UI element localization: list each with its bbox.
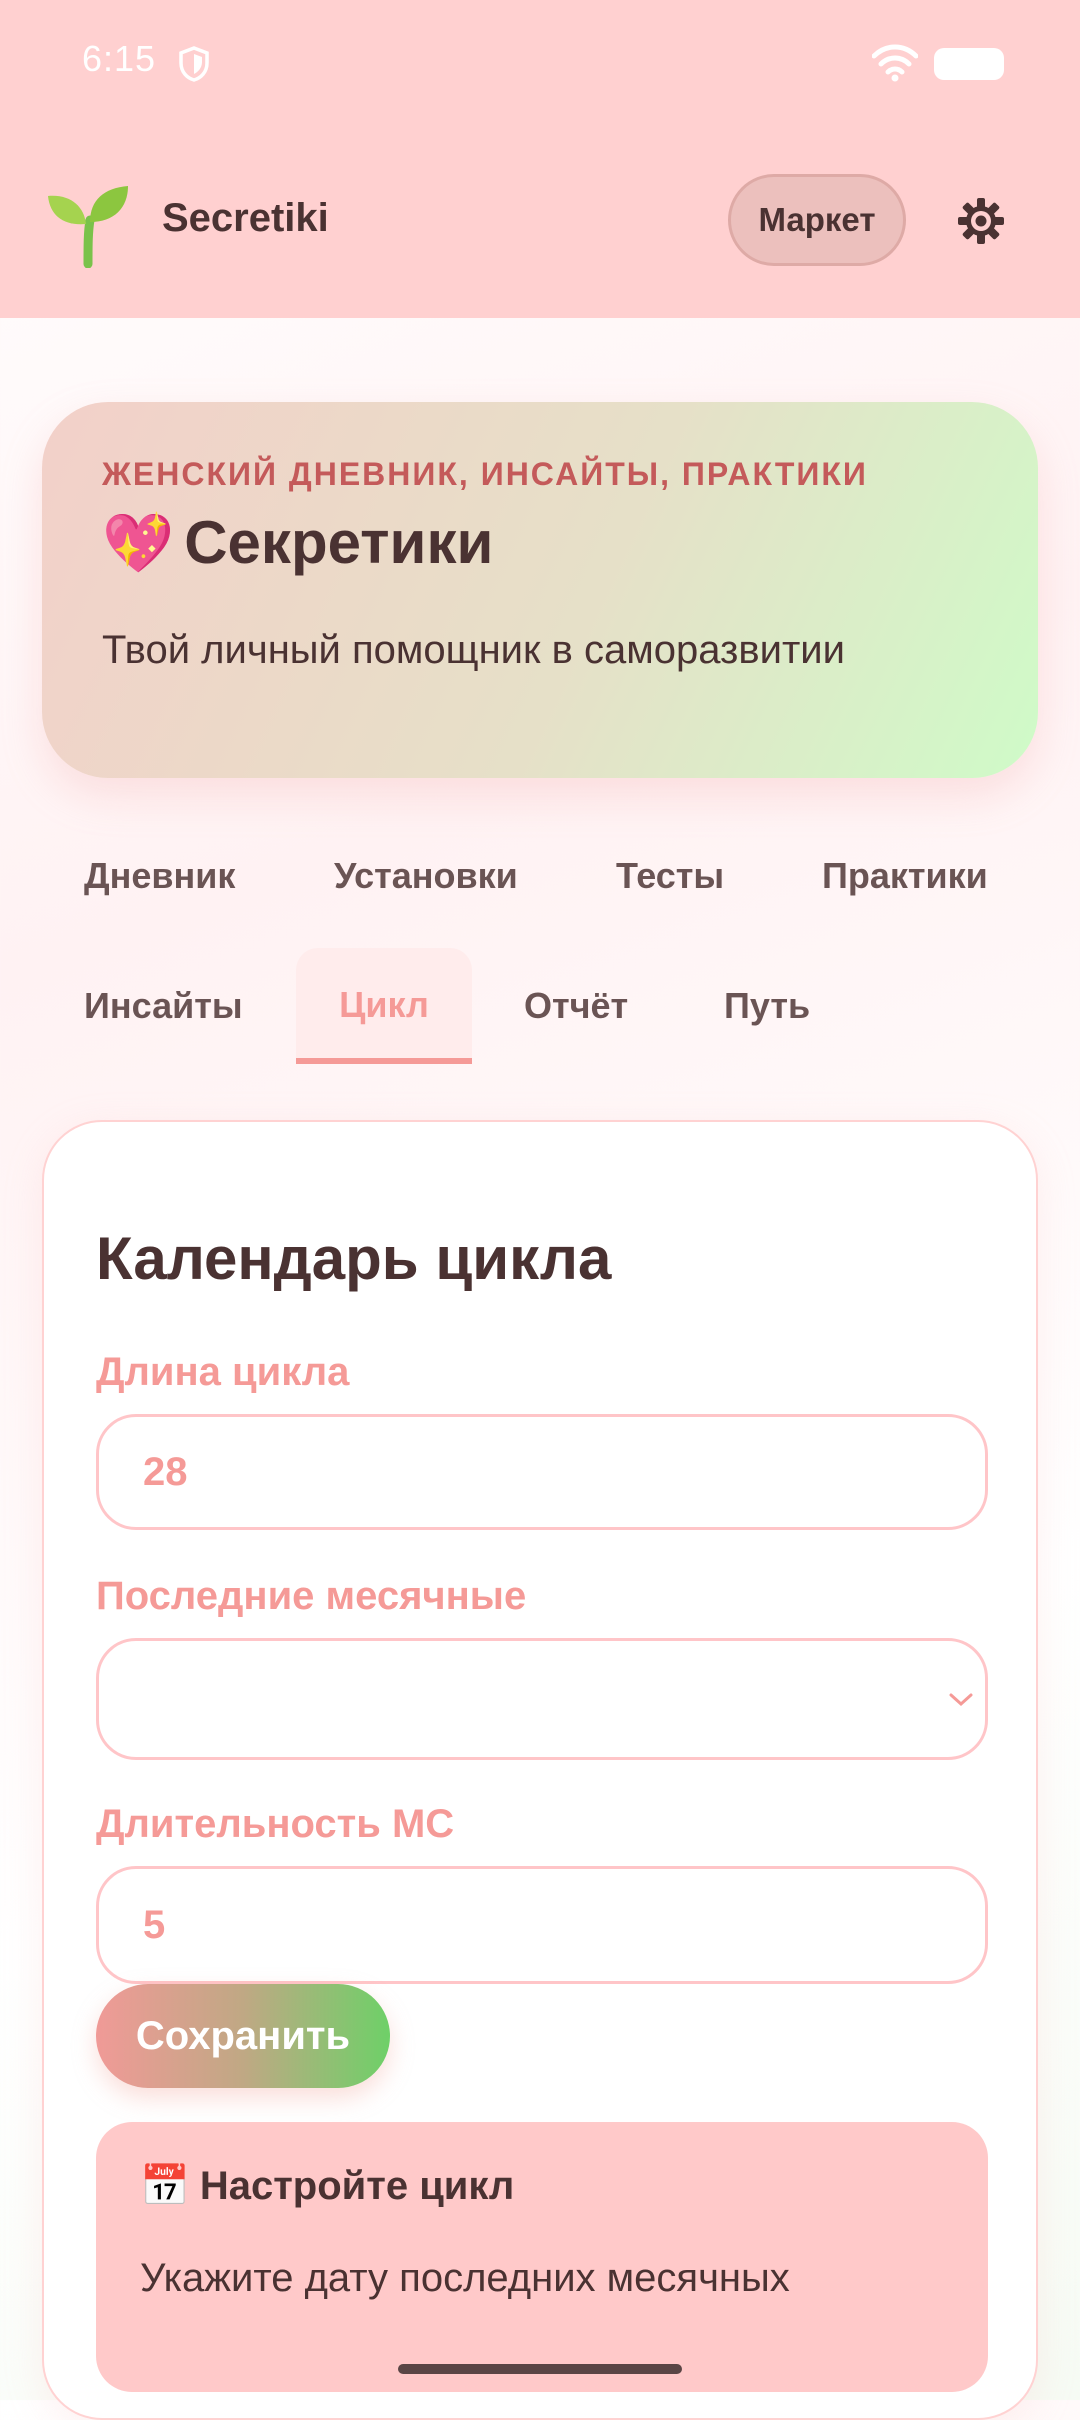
last-period-select[interactable] (96, 1638, 988, 1760)
tab-practices[interactable]: Практики (822, 855, 988, 897)
status-time: 6:15 (82, 38, 157, 79)
home-indicator[interactable] (398, 2364, 682, 2374)
cycle-setup-notice: 📅 Настройте цикл Укажите дату последних м… (96, 2122, 988, 2392)
hero-subtitle: Твой личный помощник в саморазвитии (102, 628, 845, 672)
market-button[interactable]: Маркет (728, 174, 906, 266)
hero-kicker: ЖЕНСКИЙ ДНЕВНИК, ИНСАЙТЫ, ПРАКТИКИ (102, 456, 868, 492)
tab-insights[interactable]: Инсайты (84, 985, 243, 1027)
wifi-icon (872, 44, 918, 82)
tab-diary[interactable]: Дневник (84, 855, 235, 897)
notice-title-text: Настройте цикл (199, 2164, 515, 2208)
cycle-length-input[interactable]: 28 (96, 1414, 988, 1530)
period-duration-input[interactable]: 5 (96, 1866, 988, 1984)
period-duration-label: Длительность МС (96, 1802, 455, 1846)
app-name: Secretiki (162, 196, 329, 240)
shield-icon (179, 46, 209, 82)
card-title: Календарь цикла (96, 1225, 612, 1292)
cycle-length-label: Длина цикла (96, 1350, 350, 1394)
notice-title: 📅 Настройте цикл (140, 2162, 514, 2209)
app-header: Secretiki Маркет (0, 128, 1080, 318)
tab-settings-beliefs[interactable]: Установки (334, 855, 518, 897)
notice-text: Укажите дату последних месячных (140, 2256, 790, 2300)
sparkling-heart-icon: 💖 (102, 511, 175, 576)
tab-path[interactable]: Путь (724, 985, 810, 1027)
hero-card: ЖЕНСКИЙ ДНЕВНИК, ИНСАЙТЫ, ПРАКТИКИ 💖 Секр… (42, 402, 1038, 778)
status-bar: 6:15 (0, 0, 1080, 128)
cycle-calendar-card: Календарь цикла Длина цикла 28 Последние… (42, 1120, 1038, 2420)
sprout-logo-icon (48, 186, 128, 268)
save-button[interactable]: Сохранить (96, 1984, 390, 2088)
hero-title-text: Секретики (184, 509, 494, 576)
tab-report[interactable]: Отчёт (524, 985, 628, 1027)
battery-icon (934, 48, 1004, 80)
tab-cycle[interactable]: Цикл (296, 948, 472, 1064)
calendar-icon: 📅 (140, 2164, 190, 2208)
hero-title: 💖 Секретики (102, 508, 493, 578)
chevron-down-icon (949, 1693, 973, 1707)
last-period-label: Последние месячные (96, 1574, 527, 1618)
gear-icon[interactable] (956, 196, 1006, 246)
tab-tests[interactable]: Тесты (616, 855, 724, 897)
